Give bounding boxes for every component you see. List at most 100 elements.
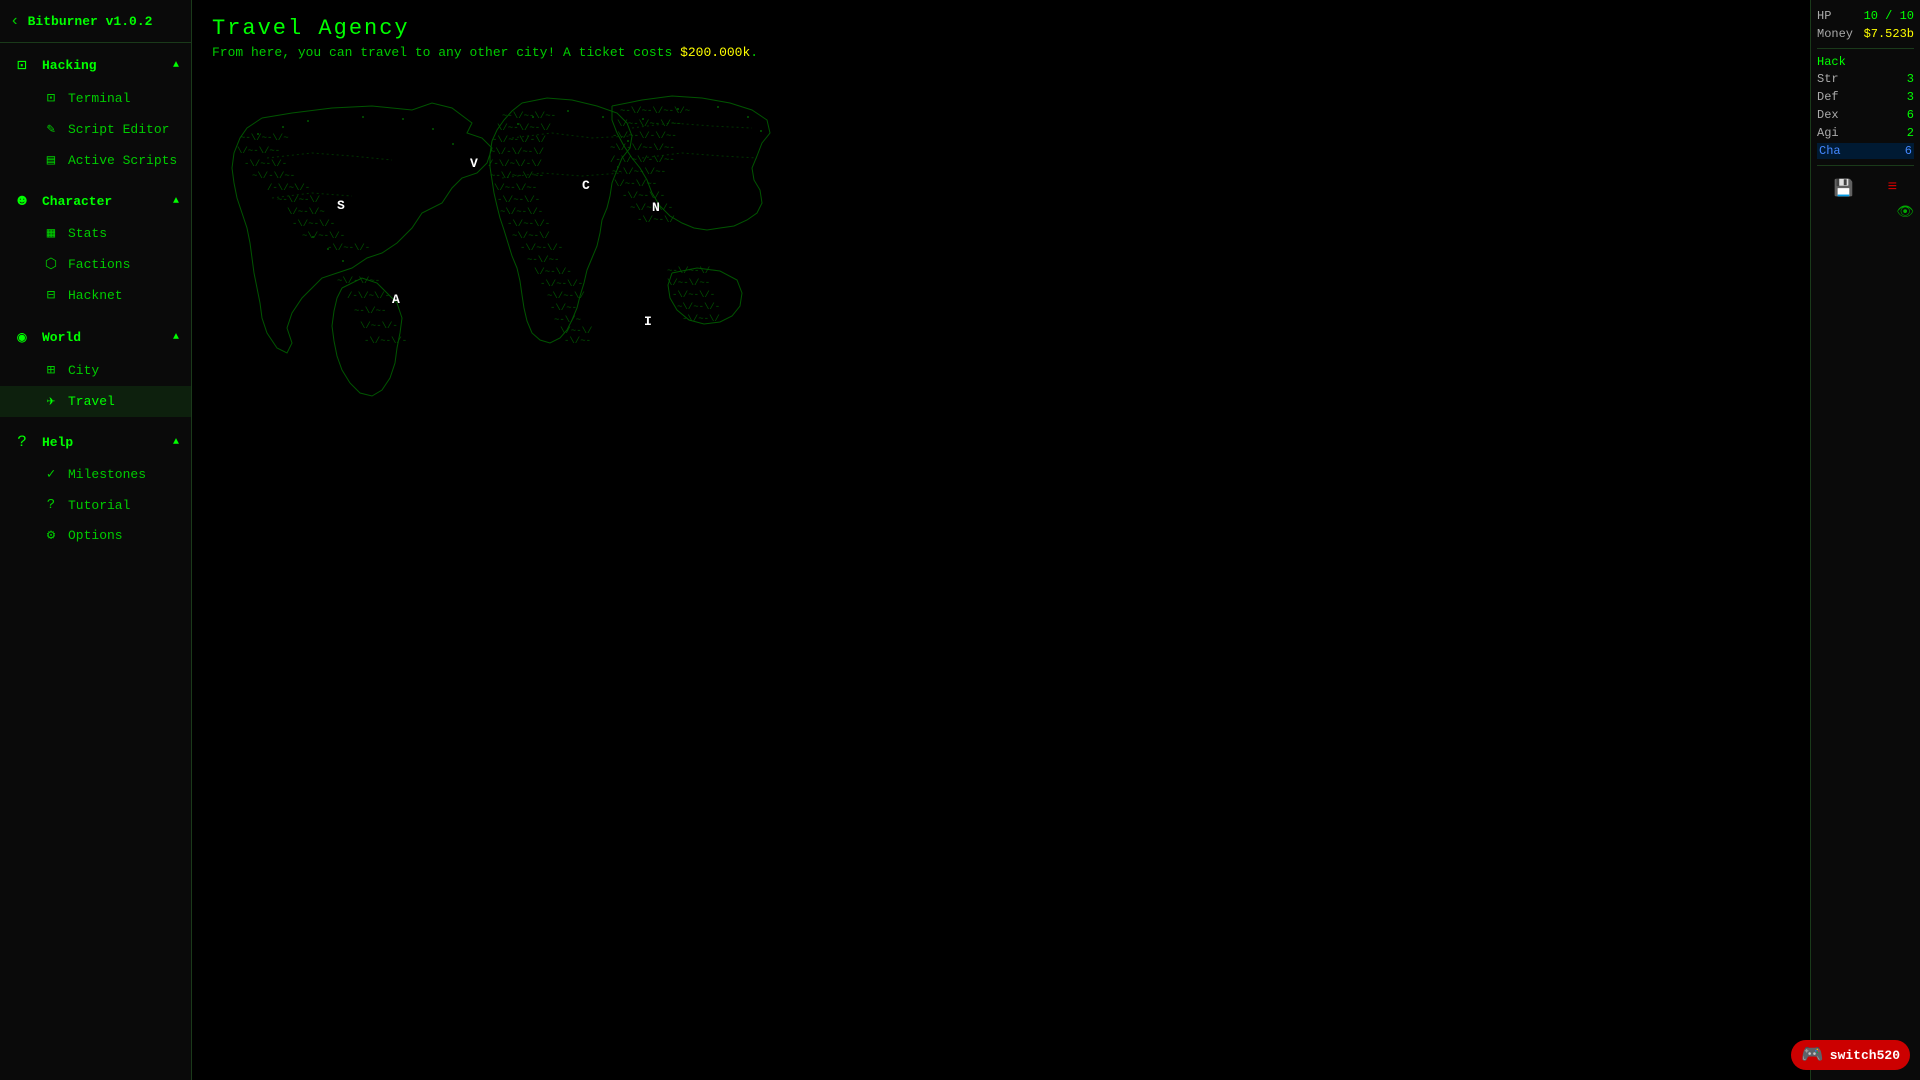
main-header: Travel Agency From here, you can travel …	[192, 0, 1810, 68]
panel-icon-row: 💾 ≡	[1817, 178, 1914, 198]
svg-text:-\/~-\/-: -\/~-\/-	[292, 219, 335, 229]
svg-text:-\/~-\/-\/: -\/~-\/-\/	[492, 135, 546, 145]
city-i[interactable]: I	[644, 314, 652, 329]
world-label: World	[42, 330, 163, 345]
def-label: Def	[1817, 90, 1839, 104]
svg-text:-\/~-\/-: -\/~-\/-	[507, 219, 550, 229]
factions-icon: ⬡	[42, 256, 60, 273]
script-editor-icon: ✎	[42, 121, 60, 138]
save-icon[interactable]: 💾	[1834, 178, 1854, 198]
svg-text:~-\/~-\/~-: ~-\/~-\/~-	[612, 167, 666, 177]
def-row: Def 3	[1817, 89, 1914, 105]
help-group-header[interactable]: ? Help ▲	[0, 425, 191, 459]
sidebar-item-milestones[interactable]: ✓ Milestones	[0, 459, 191, 490]
switch-logo-text: switch520	[1830, 1048, 1900, 1063]
sidebar-group-world: ◉ World ▲ ⊞ City ✈ Travel	[0, 315, 191, 421]
city-label: City	[68, 363, 99, 378]
city-a[interactable]: A	[392, 292, 400, 307]
agi-label: Agi	[1817, 126, 1839, 140]
back-button[interactable]: ‹	[10, 12, 20, 30]
city-icon: ⊞	[42, 362, 60, 379]
svg-text:\/~-\/~: \/~-\/~	[287, 207, 325, 217]
sidebar-item-stats[interactable]: ▦ Stats	[0, 218, 191, 249]
city-s[interactable]: S	[337, 198, 345, 213]
svg-text:\/~-\/~-: \/~-\/~-	[614, 179, 657, 189]
svg-text:-\/~-\/-: -\/~-\/-	[540, 279, 583, 289]
sidebar-item-tutorial[interactable]: ? Tutorial	[0, 490, 191, 520]
character-icon: ☻	[12, 192, 32, 210]
svg-text:~-\/~-\/~-: ~-\/~-\/~-	[490, 171, 544, 181]
svg-text:-\/~-\/-: -\/~-\/-	[672, 290, 715, 300]
svg-text:\/~-\/~-: \/~-\/~-	[237, 146, 280, 156]
hacking-chevron: ▲	[173, 60, 179, 71]
cha-value: 6	[1905, 144, 1912, 158]
money-value: $7.523b	[1864, 27, 1914, 41]
svg-text:-\/~-\/: -\/~-\/	[682, 314, 720, 324]
hacking-label: Hacking	[42, 58, 163, 73]
sidebar-item-active-scripts[interactable]: ▤ Active Scripts	[0, 145, 191, 176]
svg-text:/-\/~\/-: /-\/~\/-	[347, 291, 390, 301]
stat-divider-2	[1817, 165, 1914, 166]
character-group-header[interactable]: ☻ Character ▲	[0, 184, 191, 218]
hp-value: 10 / 10	[1864, 9, 1914, 23]
delete-icon[interactable]: ≡	[1888, 178, 1898, 198]
city-v[interactable]: V	[470, 156, 478, 171]
switch-logo: 🎮 switch520	[1791, 1040, 1910, 1070]
svg-text:~\/-\/~-\/~-: ~\/-\/~-\/~-	[610, 143, 675, 153]
svg-text:~-\/~-\/~: ~-\/~-\/~	[240, 133, 289, 143]
sidebar-item-hacknet[interactable]: ⊟ Hacknet	[0, 280, 191, 311]
hacking-group-header[interactable]: ⊡ Hacking ▲	[0, 47, 191, 83]
sidebar: ‹ Bitburner v1.0.2 ⊡ Hacking ▲ ⊡ Termina…	[0, 0, 192, 1080]
sidebar-item-options[interactable]: ⚙ Options	[0, 520, 191, 551]
city-n[interactable]: N	[652, 200, 660, 215]
eye-icon[interactable]: 👁	[1817, 204, 1914, 221]
page-subtitle: From here, you can travel to any other c…	[212, 45, 1790, 60]
world-group-header[interactable]: ◉ World ▲	[0, 319, 191, 355]
svg-text:~\/-\/~-\/: ~\/-\/~-\/	[490, 147, 544, 157]
sidebar-item-terminal[interactable]: ⊡ Terminal	[0, 83, 191, 114]
money-row: Money $7.523b	[1817, 26, 1914, 42]
world-icon: ◉	[12, 327, 32, 347]
svg-text:~-\/~-\/~: ~-\/~-\/~	[667, 266, 716, 276]
sidebar-item-factions[interactable]: ⬡ Factions	[0, 249, 191, 280]
hp-row: HP 10 / 10	[1817, 8, 1914, 24]
svg-text:~-\/~-\/~-\/~: ~-\/~-\/~-\/~	[620, 106, 690, 116]
hack-label: Hack	[1817, 55, 1846, 69]
svg-text:~-\/~-\/: ~-\/~-\/	[277, 195, 320, 205]
svg-text:-\/~-: -\/~-	[564, 336, 591, 346]
travel-label: Travel	[68, 394, 115, 409]
milestones-icon: ✓	[42, 466, 60, 483]
travel-icon: ✈	[42, 393, 60, 410]
dex-value: 6	[1907, 108, 1914, 122]
svg-text:-\/~-\/: -\/~-\/	[637, 215, 675, 225]
factions-label: Factions	[68, 257, 130, 272]
subtitle-post: .	[750, 45, 758, 60]
options-icon: ⚙	[42, 527, 60, 544]
map-container: ~-\/~-\/~ \/~-\/~- -\/~-\/- ~\/-\/~- /-\…	[192, 68, 1810, 1080]
terminal-label: Terminal	[68, 91, 130, 106]
terminal-icon: ⊡	[42, 90, 60, 107]
sidebar-item-city[interactable]: ⊞ City	[0, 355, 191, 386]
svg-text:-\/~-\/-: -\/~-\/-	[327, 243, 370, 253]
hacknet-label: Hacknet	[68, 288, 123, 303]
help-label: Help	[42, 435, 163, 450]
svg-text:~-\/~: ~-\/~	[554, 315, 581, 325]
svg-text:\/~-\/~-: \/~-\/~-	[667, 278, 710, 288]
subtitle-pre: From here, you can travel to any other c…	[212, 45, 680, 60]
str-value: 3	[1907, 72, 1914, 86]
switch-icon: 🎮	[1801, 1044, 1823, 1066]
script-editor-label: Script Editor	[68, 122, 169, 137]
hack-row: Hack	[1817, 55, 1914, 69]
options-label: Options	[68, 528, 123, 543]
svg-text:~-\/~-\/~-: ~-\/~-\/~-	[502, 111, 556, 121]
character-label: Character	[42, 194, 163, 209]
character-chevron: ▲	[173, 196, 179, 207]
sidebar-item-travel[interactable]: ✈ Travel	[0, 386, 191, 417]
sidebar-group-hacking: ⊡ Hacking ▲ ⊡ Terminal ✎ Script Editor ▤…	[0, 43, 191, 180]
def-value: 3	[1907, 90, 1914, 104]
sidebar-item-script-editor[interactable]: ✎ Script Editor	[0, 114, 191, 145]
world-chevron: ▲	[173, 332, 179, 343]
world-map-svg: ~-\/~-\/~ \/~-\/~- -\/~-\/- ~\/-\/~- /-\…	[212, 78, 772, 408]
city-c[interactable]: C	[582, 178, 590, 193]
tutorial-label: Tutorial	[68, 498, 130, 513]
